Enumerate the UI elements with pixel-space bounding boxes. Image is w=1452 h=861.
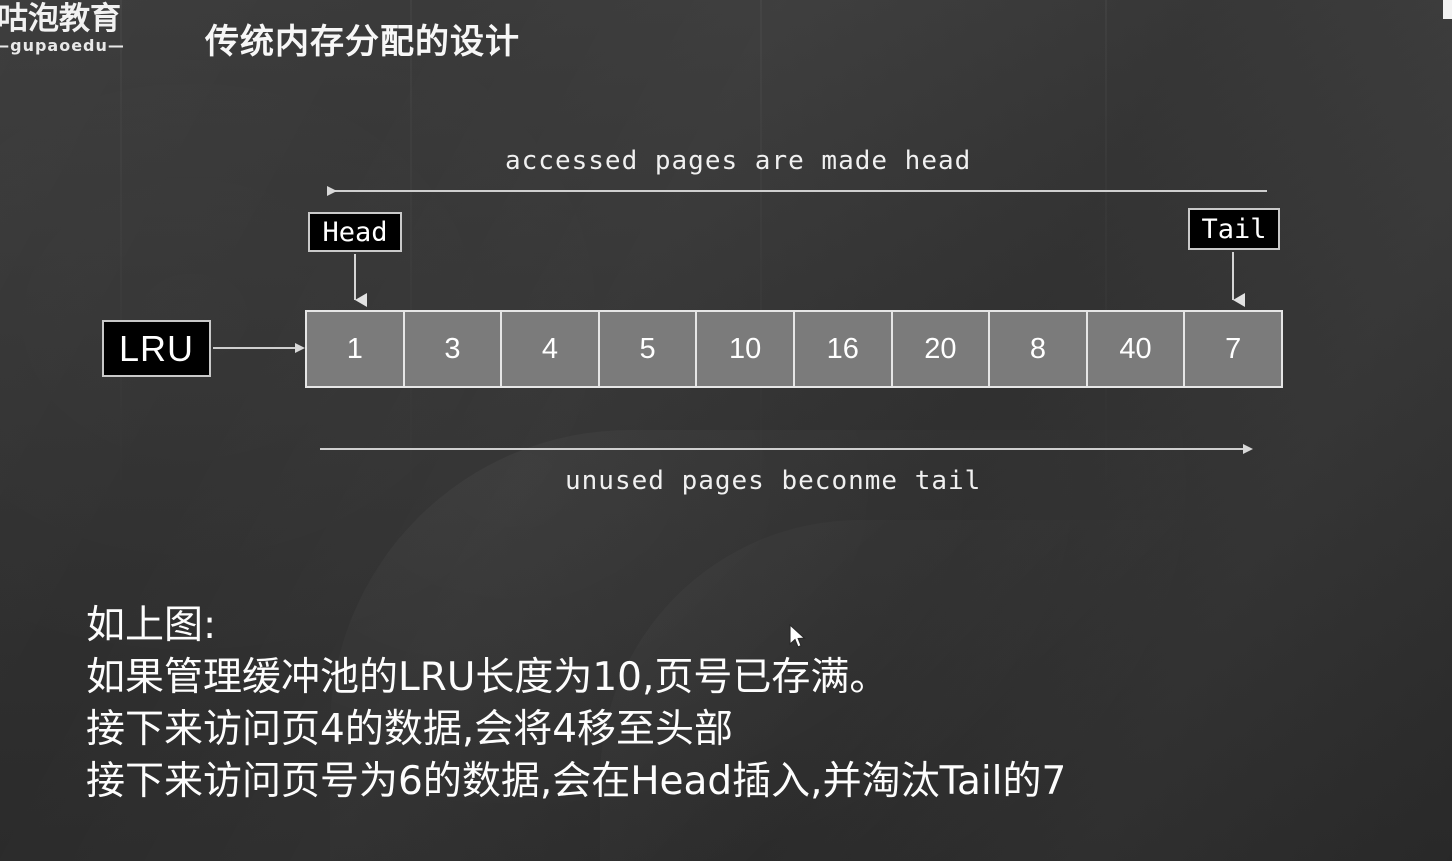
caption-unused-pages: unused pages beconme tail [565, 466, 982, 496]
lru-cell-row: 1 3 4 5 10 16 20 8 40 7 [305, 310, 1283, 388]
head-label: Head [308, 212, 402, 252]
lru-cell: 1 [305, 310, 405, 388]
lru-cell: 16 [792, 310, 893, 388]
mouse-cursor [789, 624, 806, 648]
body-text-block: 如上图: 如果管理缓冲池的LRU长度为10,页号已存满。 接下来访问页4的数据,会将… [86, 600, 1426, 808]
lru-cell: 3 [402, 310, 503, 388]
lru-diagram: accessed pages are made head Head Tail L… [0, 0, 1452, 540]
lru-cell: 7 [1183, 310, 1283, 388]
body-text-line: 接下来访问页4的数据,会将4移至头部 [86, 707, 734, 752]
body-text-line: 接下来访问页号为6的数据,会在Head插入,并淘汰Tail的7 [86, 759, 1067, 804]
caption-accessed-pages: accessed pages are made head [505, 146, 972, 176]
lru-cell: 8 [988, 310, 1088, 388]
body-text-line: 如上图: [86, 603, 217, 648]
lru-cell: 10 [695, 310, 795, 388]
tail-label: Tail [1188, 208, 1280, 250]
window-corner-strip [1443, 0, 1452, 19]
body-text-line: 如果管理缓冲池的LRU长度为10,页号已存满。 [86, 655, 889, 700]
lru-cell: 5 [597, 310, 698, 388]
slide-screen: 咕泡教育 —gupaoedu— 传统内存分配的设计 accessed pages… [0, 0, 1452, 861]
lru-cell: 40 [1085, 310, 1186, 388]
lru-cell: 4 [500, 310, 600, 388]
lru-cell: 20 [890, 310, 991, 388]
lru-label: LRU [102, 320, 211, 377]
